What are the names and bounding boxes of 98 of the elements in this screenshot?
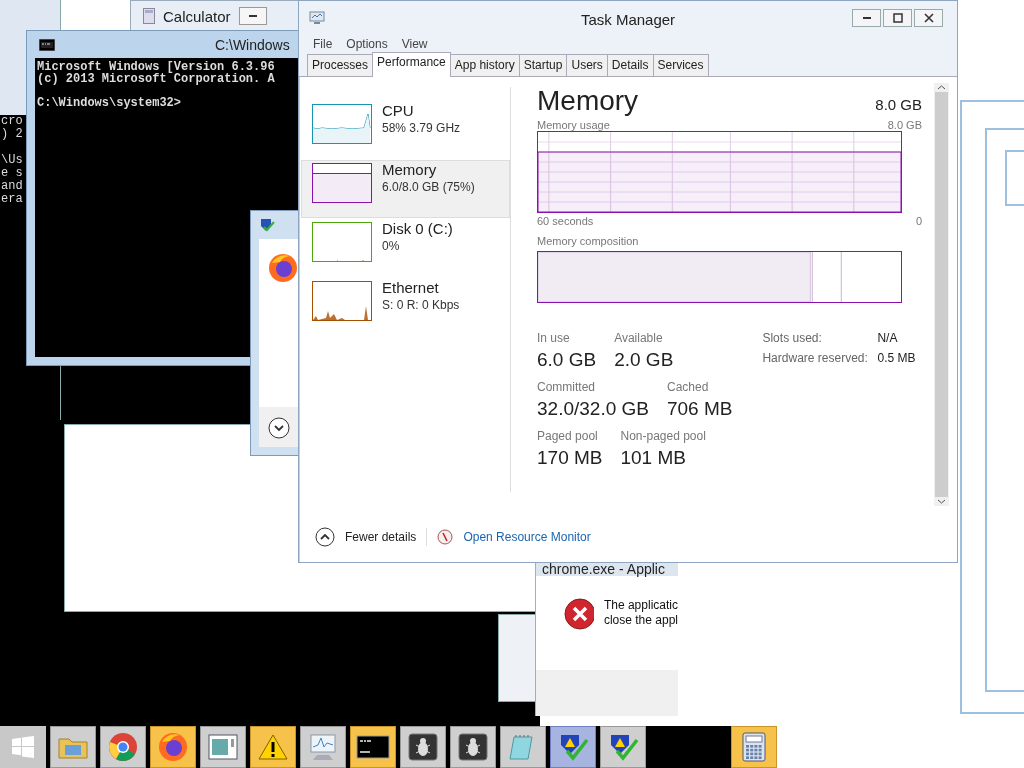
window-title: Calculator	[163, 7, 231, 25]
time-end-label: 0	[915, 215, 922, 227]
taskbar-button[interactable]	[350, 726, 396, 768]
stat-label: In use	[537, 331, 571, 345]
console-icon	[39, 38, 55, 51]
resource-name: CPU	[382, 102, 415, 119]
tab[interactable]: Processes	[307, 54, 374, 76]
menu-item[interactable]: View	[401, 37, 428, 51]
tab[interactable]: Services	[652, 54, 709, 76]
graph-thumbnail	[312, 163, 372, 203]
tab[interactable]: App history	[449, 54, 520, 76]
stat-label: Cached	[666, 380, 710, 394]
collapse-icon[interactable]	[315, 527, 335, 547]
calculator-icon	[143, 8, 155, 24]
error-icon	[564, 598, 594, 630]
shield-icon	[259, 217, 275, 233]
graph-thumbnail	[312, 222, 372, 262]
resource-item[interactable]: Memory 6.0/8.0 GB (75%)	[301, 160, 510, 218]
taskbar-button[interactable]	[450, 726, 496, 768]
window-title: Task Manager	[580, 11, 676, 28]
scroll-down-icon[interactable]	[937, 497, 946, 506]
tab[interactable]: Performance	[372, 52, 451, 77]
console-line: (c) 2013 Microsoft Corporation. A	[37, 73, 276, 85]
taskbar-button[interactable]	[600, 726, 646, 768]
maximize-icon	[892, 12, 903, 23]
graph-thumbnail	[312, 281, 372, 321]
close-button[interactable]	[914, 8, 943, 27]
resource-detail: 6.0/8.0 GB (75%)	[382, 180, 475, 194]
console-line: e s	[0, 167, 24, 180]
panel-title: Memory	[537, 85, 639, 117]
close-icon	[923, 12, 934, 23]
stat-value: 6.0 GB	[537, 349, 597, 371]
firefox-icon	[158, 732, 188, 762]
monitor-icon	[309, 10, 325, 25]
maximize-button[interactable]	[883, 8, 912, 27]
resource-monitor-link[interactable]: Open Resource Monitor	[463, 530, 591, 544]
info-label: Hardware reserved:	[762, 351, 869, 365]
graph-thumbnail	[312, 104, 372, 144]
tab[interactable]: Users	[566, 54, 608, 76]
bug-icon	[458, 733, 488, 761]
scrollbar[interactable]	[934, 83, 949, 506]
stat-value: 170 MB	[537, 447, 603, 469]
tab[interactable]: Startup	[518, 54, 568, 76]
menu-item[interactable]: Options	[346, 37, 388, 51]
stat-label: Committed	[537, 380, 596, 394]
minimize-icon	[862, 16, 871, 19]
window-title: C:\Windows	[215, 36, 290, 53]
resource-name: Disk 0 (C:)	[382, 220, 453, 237]
resource-detail: S: 0 R: 0 Kbps	[382, 298, 460, 312]
windows-logo-icon	[11, 735, 35, 759]
info-value: N/A	[877, 331, 899, 345]
console-line: \Us	[0, 154, 24, 167]
taskbar-button[interactable]	[400, 726, 446, 768]
graph-label: Memory usage	[537, 119, 610, 131]
scroll-up-icon[interactable]	[937, 83, 946, 92]
graph-max-label: 8.0 GB	[887, 119, 922, 131]
resource-item[interactable]: Disk 0 (C:) 0%	[301, 219, 510, 277]
error-message: close the appl	[603, 613, 678, 628]
calculator-icon	[742, 732, 766, 762]
minimize-button[interactable]	[238, 7, 267, 25]
monitor-icon	[307, 733, 339, 761]
console-line: ) 2	[0, 128, 24, 141]
resource-name: Ethernet	[382, 279, 440, 296]
console-icon	[356, 735, 390, 759]
resource-item[interactable]: CPU 58% 3.79 GHz	[301, 101, 510, 159]
time-span-label: 60 seconds	[537, 215, 594, 227]
stat-value: 32.0/32.0 GB	[537, 398, 649, 420]
error-message: The applicatic	[603, 598, 678, 613]
resource-item[interactable]: Ethernet S: 0 R: 0 Kbps	[301, 278, 510, 336]
stat-label: Non-paged pool	[620, 429, 706, 443]
resource-detail: 58% 3.79 GHz	[382, 121, 461, 135]
stat-value: 2.0 GB	[614, 349, 674, 371]
info-value: 0.5 MB	[877, 351, 916, 365]
console-line: era	[0, 193, 24, 206]
minimize-icon	[248, 15, 257, 17]
console-line: and	[0, 180, 24, 193]
bug-icon	[408, 733, 438, 761]
firefox-icon	[268, 253, 298, 283]
chrome-icon	[108, 732, 138, 762]
resource-detail: 0%	[382, 239, 401, 253]
total-memory: 8.0 GB	[875, 96, 922, 113]
resource-name: Memory	[382, 161, 438, 178]
window-icon	[208, 734, 238, 760]
menu-item[interactable]: File	[313, 37, 333, 51]
info-label: Slots used:	[762, 331, 823, 345]
stat-value: 101 MB	[620, 447, 687, 469]
console-line: cro	[0, 115, 24, 128]
stat-label: Available	[614, 331, 664, 345]
gauge-icon	[437, 529, 454, 545]
stat-label: Paged pool	[537, 429, 599, 443]
graph-label: Memory composition	[537, 235, 639, 247]
stat-value: 706 MB	[666, 398, 733, 420]
minimize-button[interactable]	[852, 8, 881, 27]
tab[interactable]: Details	[606, 54, 654, 76]
warning-icon	[258, 733, 288, 761]
fewer-details-link[interactable]: Fewer details	[345, 530, 417, 544]
expand-icon[interactable]	[268, 417, 290, 439]
console-line: C:\Windows\system32>	[37, 97, 183, 109]
